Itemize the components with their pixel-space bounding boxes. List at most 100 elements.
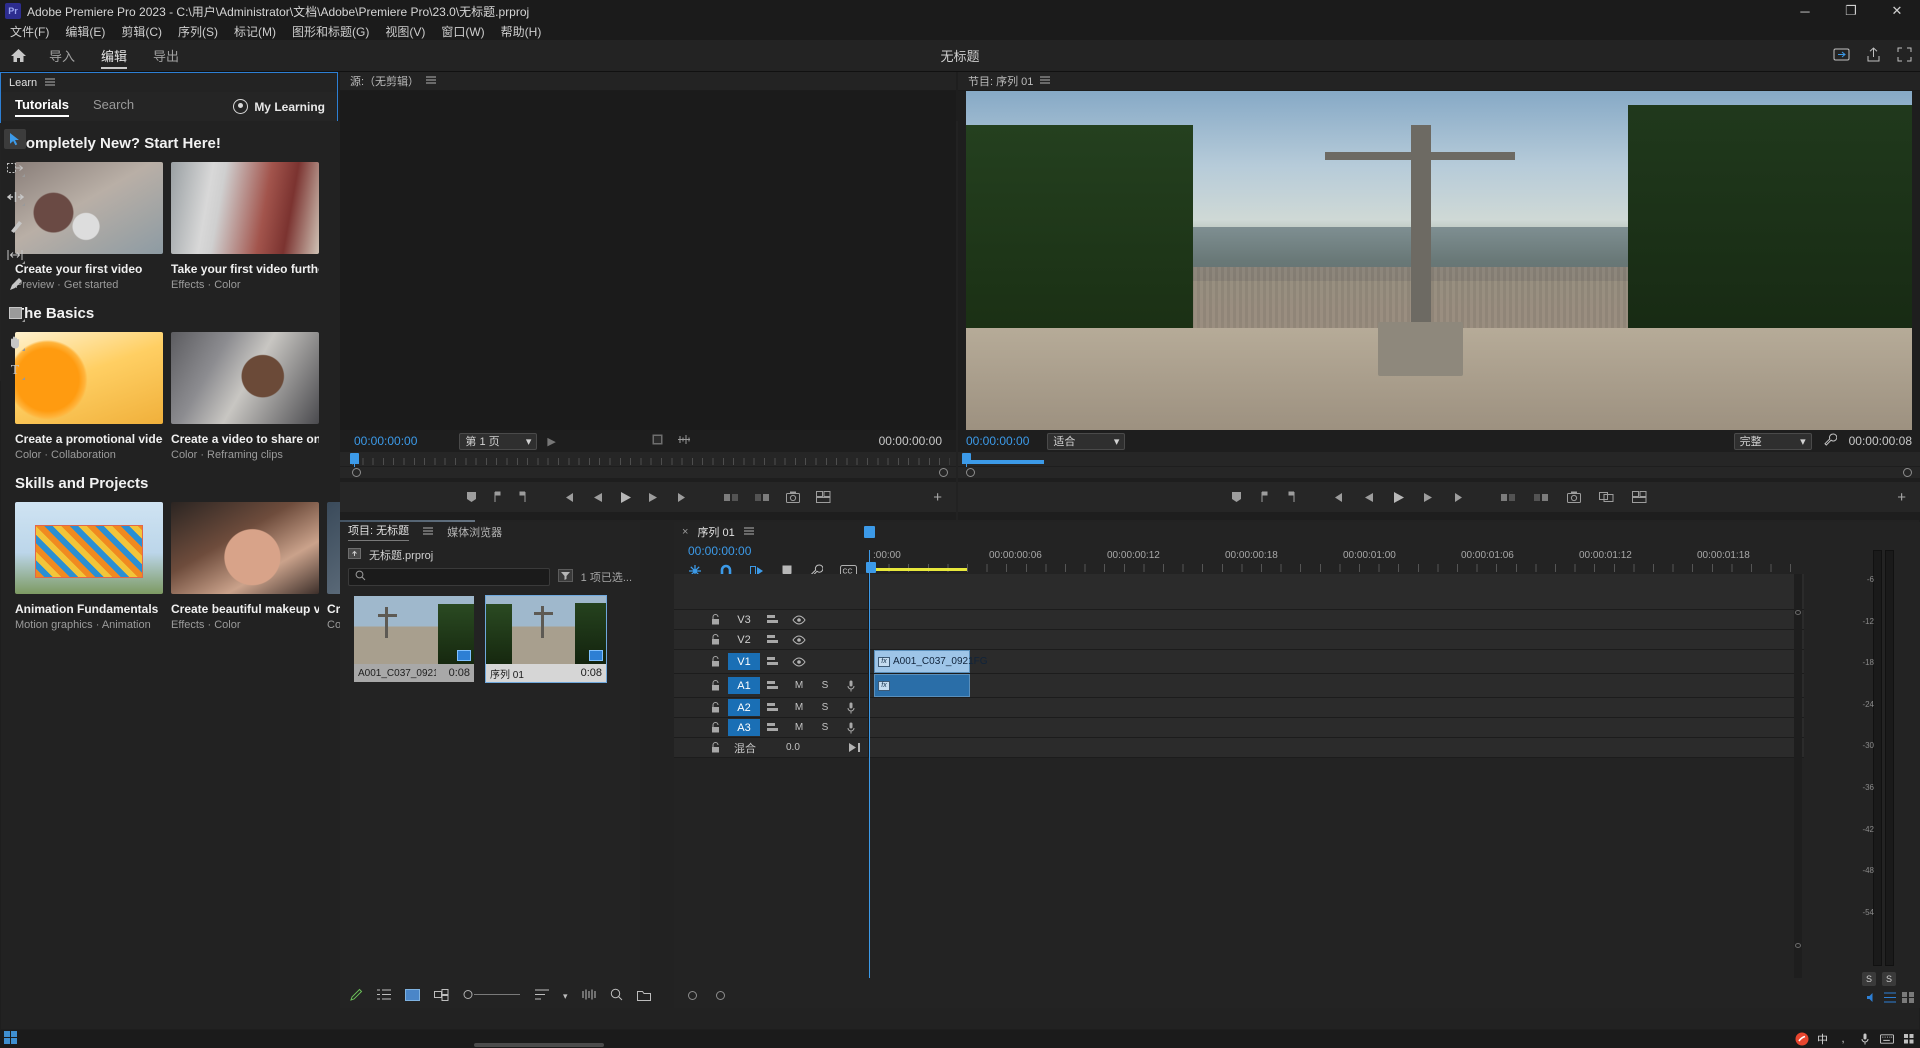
menu-help[interactable]: 帮助(H) — [501, 23, 542, 40]
step-back-icon[interactable] — [590, 492, 603, 503]
source-zoom-bar[interactable] — [340, 467, 956, 478]
source-duration-timecode[interactable]: 00:00:00:00 — [879, 434, 942, 448]
source-scrubber[interactable] — [340, 452, 956, 466]
razor-tool[interactable] — [4, 216, 26, 236]
program-playhead[interactable] — [962, 453, 971, 464]
source-page-select[interactable]: 第 1 页 ▾ — [459, 433, 537, 450]
source-monitor-tab[interactable]: 源:（无剪辑） — [350, 73, 419, 89]
lock-icon[interactable] — [702, 656, 728, 667]
program-current-timecode[interactable]: 00:00:00:00 — [966, 434, 1029, 448]
program-monitor-stage[interactable] — [966, 91, 1912, 430]
play-caret-icon[interactable]: ▶ — [547, 435, 555, 448]
step-forward-icon[interactable] — [1423, 492, 1436, 503]
timeline-track-master[interactable]: 混合 0.0 — [674, 738, 1804, 758]
menu-edit[interactable]: 编辑(E) — [65, 23, 105, 40]
rectangle-tool[interactable] — [4, 303, 26, 323]
learn-card[interactable]: Animation Fundamentals Motion graphics ·… — [15, 502, 163, 631]
go-to-out-icon[interactable] — [1454, 492, 1467, 503]
progress-icon[interactable] — [1833, 47, 1850, 65]
sync-lock-icon[interactable] — [760, 614, 786, 625]
slip-tool[interactable] — [4, 245, 26, 265]
learn-card[interactable]: Take your first video further Effects · … — [171, 162, 319, 291]
play-icon[interactable] — [1392, 491, 1405, 504]
solo-button[interactable]: S — [812, 722, 838, 733]
ime-mode-label[interactable]: 中 — [1817, 1031, 1828, 1047]
timeline-track-v2[interactable]: V2 — [674, 630, 1804, 650]
horizontal-scrollbar[interactable] — [474, 1043, 604, 1047]
eye-icon[interactable] — [786, 635, 812, 645]
meter-settings-icon[interactable] — [1884, 992, 1896, 1006]
mute-button[interactable]: M — [786, 702, 812, 713]
search-input[interactable] — [348, 568, 550, 586]
timeline-track-v1[interactable]: V1 fx A001_C037_0921FG — [674, 650, 1804, 674]
meter-options-icon[interactable] — [1902, 992, 1914, 1006]
hamburger-icon[interactable] — [423, 526, 433, 538]
lock-icon[interactable] — [702, 680, 728, 691]
tray-expand-icon[interactable] — [1902, 1032, 1916, 1046]
new-bin-icon[interactable] — [637, 989, 651, 1004]
lift-icon[interactable] — [1501, 492, 1516, 503]
mic-icon[interactable] — [838, 680, 864, 692]
zoom-handle-right[interactable] — [1903, 468, 1912, 477]
new-item-icon[interactable] — [350, 988, 363, 1004]
fullscreen-icon[interactable] — [1897, 47, 1912, 65]
go-to-out-icon[interactable] — [677, 492, 690, 503]
ime-punct-icon[interactable]: , — [1836, 1032, 1850, 1046]
zoom-slider-icon[interactable] — [463, 989, 521, 1003]
track-name-label[interactable]: V1 — [728, 653, 760, 670]
freeform-view-icon[interactable] — [434, 989, 449, 1004]
program-zoom-bar[interactable] — [958, 467, 1920, 478]
solo-button[interactable]: S — [812, 680, 838, 691]
parent-bin-icon[interactable] — [348, 548, 361, 562]
source-current-timecode[interactable]: 00:00:00:00 — [354, 434, 417, 448]
project-file-name[interactable]: 无标题.prproj — [369, 547, 433, 563]
keyboard-icon[interactable] — [1880, 1032, 1894, 1046]
menu-window[interactable]: 窗口(W) — [441, 23, 484, 40]
menu-sequence[interactable]: 序列(S) — [178, 23, 218, 40]
export-frame-icon[interactable] — [1567, 491, 1581, 503]
menu-clip[interactable]: 剪辑(C) — [121, 23, 162, 40]
out-point-icon[interactable] — [518, 491, 527, 503]
program-work-area[interactable] — [966, 460, 1044, 464]
zoom-handle-left[interactable] — [966, 468, 975, 477]
in-point-icon[interactable] — [493, 491, 502, 503]
sync-lock-icon[interactable] — [760, 656, 786, 667]
project-item[interactable]: A001_C037_0921FG_... 0:08 — [354, 596, 474, 682]
source-waveform-icon[interactable] — [677, 434, 691, 448]
extract-icon[interactable] — [1534, 492, 1549, 503]
mute-button[interactable]: M — [786, 722, 812, 733]
timeline-track-a1[interactable]: A1 M S fx — [674, 674, 1804, 698]
maximize-button[interactable]: ❐ — [1828, 0, 1874, 22]
go-to-in-icon[interactable] — [561, 492, 574, 503]
timeline-ruler[interactable]: :00:00 00:00:00:06 00:00:00:12 00:00:00:… — [869, 550, 1804, 574]
lock-icon[interactable] — [702, 702, 728, 713]
mic-icon[interactable] — [1858, 1032, 1872, 1046]
step-forward-icon[interactable] — [648, 492, 661, 503]
out-point-icon[interactable] — [1287, 491, 1296, 503]
timeline-track-a2[interactable]: A2 M S — [674, 698, 1804, 718]
sort-caret-icon[interactable]: ▾ — [563, 991, 568, 1002]
program-duration-timecode[interactable]: 00:00:00:08 — [1849, 434, 1912, 448]
track-name-label[interactable]: V3 — [728, 611, 760, 628]
timeline-zoom-bar[interactable] — [674, 982, 1804, 1008]
learn-card[interactable]: Create beautiful makeup v... Effects · C… — [171, 502, 319, 631]
scrollbar-handle-bottom[interactable] — [1795, 943, 1801, 948]
multicam-icon[interactable] — [1632, 491, 1647, 503]
marker-icon[interactable] — [466, 491, 477, 503]
share-icon[interactable] — [1866, 47, 1881, 65]
timeline-track-a3[interactable]: A3 M S — [674, 718, 1804, 738]
panel-tab-learn[interactable]: Learn — [9, 77, 37, 89]
project-item[interactable]: 序列 01 0:08 — [486, 596, 606, 682]
hamburger-icon[interactable] — [45, 77, 55, 89]
eye-icon[interactable] — [786, 657, 812, 667]
go-to-in-icon[interactable] — [1330, 492, 1343, 503]
mute-button[interactable]: M — [786, 680, 812, 691]
home-icon[interactable] — [0, 48, 36, 63]
timeline-playhead[interactable] — [869, 550, 870, 978]
sync-lock-icon[interactable] — [760, 680, 786, 691]
list-view-icon[interactable] — [377, 989, 391, 1003]
wrench-icon[interactable] — [1824, 433, 1837, 449]
filter-icon[interactable] — [558, 569, 573, 585]
track-name-label[interactable]: V2 — [728, 631, 760, 648]
program-quality-select[interactable]: 完整 ▾ — [1734, 433, 1812, 450]
